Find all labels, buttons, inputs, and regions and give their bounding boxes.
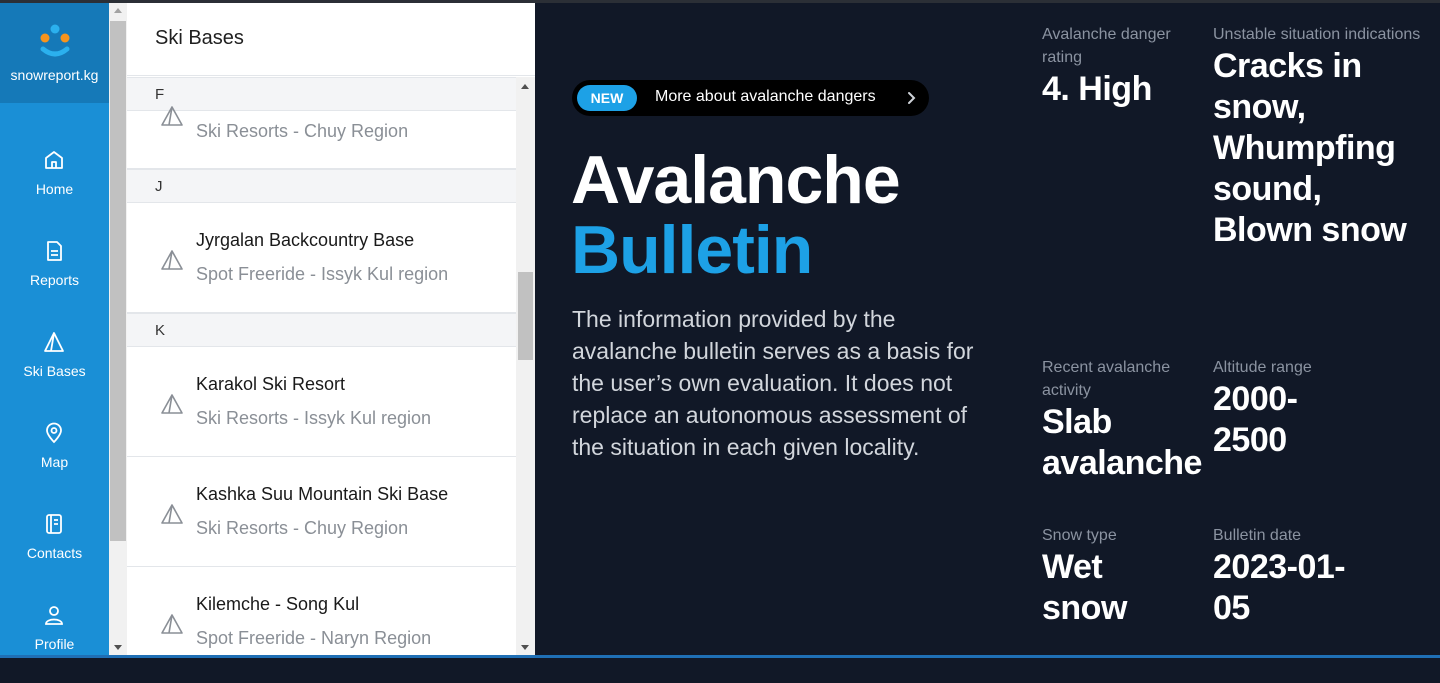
nav-item-map[interactable]: Map	[0, 421, 109, 501]
list-item[interactable]: Karakol Ski Resort Ski Resorts - Issyk K…	[127, 347, 516, 457]
nav-label-reports: Reports	[29, 272, 80, 288]
new-badge: NEW	[577, 85, 637, 111]
mountain-icon	[161, 614, 183, 634]
mountain-icon	[161, 106, 183, 126]
scrollbar-thumb[interactable]	[110, 21, 126, 541]
group-header-j: J	[127, 169, 516, 203]
list-item-subtitle: Ski Resorts - Chuy Region	[196, 121, 409, 141]
map-pin-icon	[46, 422, 62, 444]
hero-title-accent: Bulletin	[571, 212, 813, 288]
nav-label-profile: Profile	[34, 636, 75, 652]
mountain-icon	[161, 250, 183, 270]
stat-value: 4. High	[1042, 70, 1152, 108]
group-letter: K	[155, 322, 166, 339]
group-header-f: F	[127, 77, 516, 111]
list-scrollbar[interactable]	[516, 77, 535, 655]
scroll-up-arrow[interactable]	[114, 8, 122, 13]
list-item-title: Kashka Suu Mountain Ski Base	[196, 484, 449, 504]
avalanche-dangers-link[interactable]: NEW More about avalanche dangers	[572, 80, 929, 116]
hero-description: The information provided by the avalanch…	[572, 306, 974, 460]
list-item-subtitle: Spot Freeride - Naryn Region	[196, 628, 432, 648]
nav-label-contacts: Contacts	[26, 545, 83, 561]
logo-icon	[40, 24, 70, 57]
panel-header: Ski Bases	[127, 3, 535, 76]
stat-danger-rating: Avalanche danger rating 4. High	[1042, 23, 1202, 110]
nav-item-contacts[interactable]: Contacts	[0, 512, 109, 592]
list-item[interactable]: Ski Resorts - Chuy Region	[127, 106, 516, 169]
list-item-title: Karakol Ski Resort	[196, 374, 346, 394]
brand-name: snowreport.kg	[10, 67, 99, 83]
list-item-subtitle: Ski Resorts - Issyk Kul region	[196, 408, 432, 428]
list-item[interactable]: Jyrgalan Backcountry Base Spot Freeride …	[127, 203, 516, 313]
mountain-icon	[44, 332, 64, 352]
ski-bases-list: F Ski Resorts - Chuy Region J Jyrgalan B…	[127, 77, 516, 655]
stat-snow-type: Snow type Wet snow	[1042, 524, 1182, 629]
stat-altitude-range: Altitude range 2000-2500	[1213, 356, 1353, 461]
stat-label: Avalanche danger rating	[1042, 26, 1171, 66]
link-text: More about avalanche dangers	[655, 88, 876, 105]
stat-label: Unstable situation indications	[1213, 26, 1421, 43]
group-letter: J	[155, 178, 163, 195]
nav-label-ski-bases: Ski Bases	[23, 363, 86, 379]
list-item[interactable]: Kashka Suu Mountain Ski Base Ski Resorts…	[127, 457, 516, 567]
hero-title: Avalanche	[571, 142, 901, 218]
list-item-title: Jyrgalan Backcountry Base	[196, 230, 415, 250]
chevron-right-icon	[908, 92, 916, 104]
mountain-icon	[161, 504, 183, 524]
stat-label: Snow type	[1042, 527, 1117, 544]
ski-bases-panel: Ski Bases F Ski Resorts - Chuy Region J …	[127, 3, 535, 655]
nav-item-profile[interactable]: Profile	[0, 603, 109, 683]
stat-label: Altitude range	[1213, 359, 1312, 376]
user-icon	[45, 606, 63, 625]
contacts-book-icon	[46, 514, 62, 534]
scrollbar-thumb[interactable]	[518, 272, 533, 360]
stat-value: 2000-2500	[1213, 380, 1298, 459]
nav-item-home[interactable]: Home	[0, 148, 109, 228]
stat-value: Wet snow	[1042, 548, 1127, 627]
nav-item-reports[interactable]: Reports	[0, 239, 109, 319]
nav-item-ski-bases[interactable]: Ski Bases	[0, 330, 109, 410]
stat-unstable-indications: Unstable situation indications Cracks in…	[1213, 23, 1428, 251]
panel-title: Ski Bases	[155, 27, 244, 49]
stat-label: Bulletin date	[1213, 527, 1302, 544]
group-letter: F	[155, 86, 165, 103]
group-header-k: K	[127, 313, 516, 347]
home-icon	[45, 151, 63, 169]
list-item-subtitle: Spot Freeride - Issyk Kul region	[196, 264, 449, 284]
list-item-subtitle: Ski Resorts - Chuy Region	[196, 518, 409, 538]
scroll-up-arrow[interactable]	[521, 84, 529, 89]
document-icon	[47, 241, 62, 261]
stat-value: 2023-01-05	[1213, 548, 1346, 627]
scroll-down-arrow[interactable]	[114, 645, 122, 650]
stat-avalanche-activity: Recent avalanche activity Slab avalanche	[1042, 356, 1212, 484]
sidebar: snowreport.kg Home Reports Ski Bases Map…	[0, 3, 109, 655]
brand[interactable]: snowreport.kg	[0, 3, 109, 103]
stat-bulletin-date: Bulletin date 2023-01-05	[1213, 524, 1353, 629]
avalanche-hero: NEW More about avalanche dangers Avalanc…	[535, 3, 1440, 655]
scroll-down-arrow[interactable]	[521, 645, 529, 650]
mountain-icon	[161, 394, 183, 414]
stat-value: Cracks in snow, Whumpfing sound, Blown s…	[1213, 47, 1407, 249]
list-item-title: Kilemche - Song Kul	[196, 594, 360, 614]
nav-label-home: Home	[35, 181, 74, 197]
nav-label-map: Map	[40, 454, 69, 470]
list-item[interactable]: Kilemche - Song Kul Spot Freeride - Nary…	[127, 567, 516, 655]
stat-label: Recent avalanche activity	[1042, 359, 1171, 399]
stat-value: Slab avalanche	[1042, 403, 1202, 482]
sidebar-scrollbar[interactable]	[109, 3, 127, 655]
